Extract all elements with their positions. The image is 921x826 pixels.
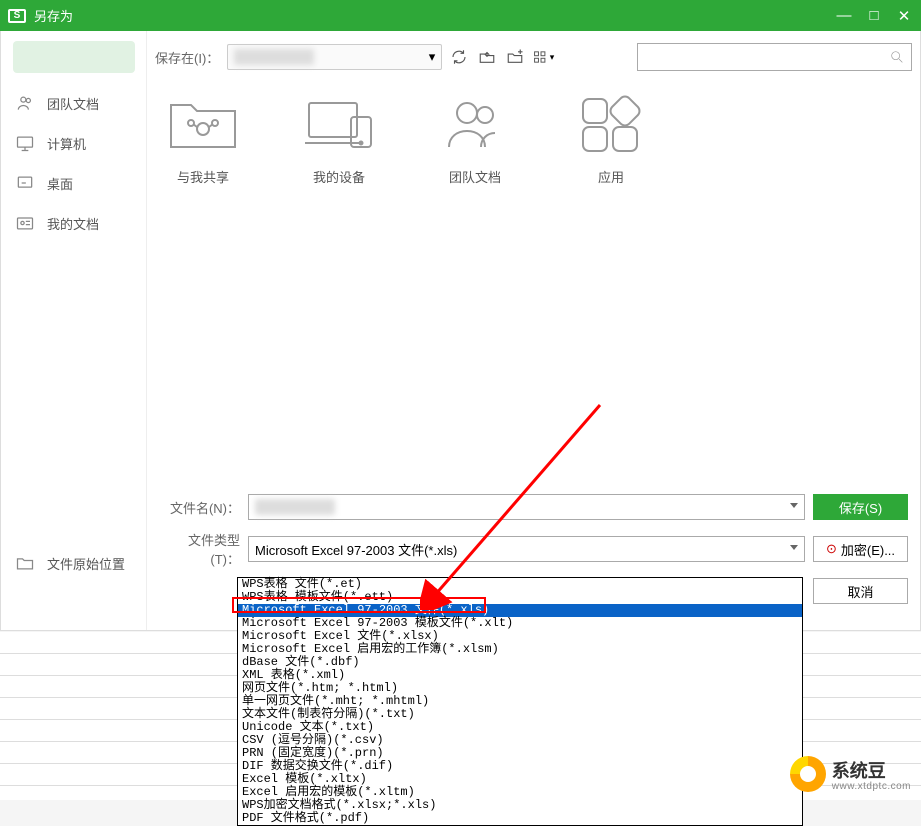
maximize-button[interactable]: □ xyxy=(865,7,883,25)
filename-label: 文件名(N)： xyxy=(165,498,240,517)
computer-icon xyxy=(15,133,35,153)
sidebar-item-label: 团队文档 xyxy=(47,94,99,113)
folder-label: 团队文档 xyxy=(449,167,501,186)
documents-icon xyxy=(15,213,35,233)
watermark: 系统豆 www.xtdptc.com xyxy=(790,756,911,792)
filetype-select[interactable]: Microsoft Excel 97-2003 文件(*.xls) xyxy=(248,536,805,562)
location-value-blurred xyxy=(234,49,314,65)
folder-grid: 与我共享 我的设备 团队文档 应用 xyxy=(147,83,920,194)
sidebar-item-documents[interactable]: 我的文档 xyxy=(1,203,146,243)
folder-apps[interactable]: 应用 xyxy=(573,91,649,186)
chevron-down-icon: ▾ xyxy=(429,49,436,65)
location-select[interactable]: ▾ xyxy=(227,44,442,70)
sidebar-item-label: 计算机 xyxy=(47,134,86,153)
view-options-button[interactable]: ▾ xyxy=(532,46,554,68)
sidebar-item-team[interactable]: 团队文档 xyxy=(1,83,146,123)
location-label: 保存在(I)： xyxy=(155,48,219,67)
search-icon xyxy=(889,49,905,65)
folder-my-devices[interactable]: 我的设备 xyxy=(301,91,377,186)
desktop-icon xyxy=(15,173,35,193)
sidebar-item-label: 文件原始位置 xyxy=(47,554,125,573)
app-icon: S xyxy=(8,9,26,23)
titlebar: S 另存为 — □ ✕ xyxy=(0,0,921,31)
toolbar: 保存在(I)： ▾ ▾ xyxy=(147,31,920,83)
folder-icon xyxy=(15,553,35,573)
folder-label: 应用 xyxy=(598,167,624,186)
filename-input[interactable] xyxy=(248,494,805,520)
watermark-name: 系统豆 xyxy=(832,757,911,783)
filetype-value: Microsoft Excel 97-2003 文件(*.xls) xyxy=(255,540,457,559)
filename-value-blurred xyxy=(255,499,335,515)
refresh-button[interactable] xyxy=(448,46,470,68)
apps-folder-icon xyxy=(573,91,649,153)
sidebar-item-computer[interactable]: 计算机 xyxy=(1,123,146,163)
close-button[interactable]: ✕ xyxy=(895,7,913,25)
window-controls: — □ ✕ xyxy=(835,7,913,25)
sidebar-item-label: 桌面 xyxy=(47,174,73,193)
save-button[interactable]: 保存(S) xyxy=(813,494,908,520)
share-folder-icon xyxy=(165,91,241,153)
folder-team-docs[interactable]: 团队文档 xyxy=(437,91,513,186)
encrypt-button[interactable]: ⊙加密(E)... xyxy=(813,536,908,562)
sidebar-item-desktop[interactable]: 桌面 xyxy=(1,163,146,203)
dialog-body: 团队文档 计算机 桌面 我的文档 文件原始位置 保存在(I)： ▾ xyxy=(0,31,921,631)
filetype-dropdown-list: WPS表格 文件(*.et)WPS表格 模板文件(*.ett)Microsoft… xyxy=(237,577,803,826)
devices-folder-icon xyxy=(301,91,377,153)
team-folder-icon xyxy=(437,91,513,153)
team-icon xyxy=(15,93,35,113)
new-folder-button[interactable] xyxy=(504,46,526,68)
search-input[interactable] xyxy=(637,43,912,71)
watermark-url: www.xtdptc.com xyxy=(832,781,911,792)
sidebar: 团队文档 计算机 桌面 我的文档 文件原始位置 xyxy=(1,31,147,630)
cancel-button[interactable]: 取消 xyxy=(813,578,908,604)
filetype-label: 文件类型(T)： xyxy=(165,530,240,568)
minimize-button[interactable]: — xyxy=(835,7,853,25)
sidebar-item-original-location[interactable]: 文件原始位置 xyxy=(1,543,146,583)
folder-label: 与我共享 xyxy=(177,167,229,186)
user-box[interactable] xyxy=(13,41,135,73)
sidebar-item-label: 我的文档 xyxy=(47,214,99,233)
filetype-option[interactable]: WPS加密文档格式(*.xlsx;*.xls) xyxy=(238,799,802,812)
folder-shared-with-me[interactable]: 与我共享 xyxy=(165,91,241,186)
content-area: 保存在(I)： ▾ ▾ 与我共享 我的设备 xyxy=(147,31,920,630)
folder-label: 我的设备 xyxy=(313,167,365,186)
up-folder-button[interactable] xyxy=(476,46,498,68)
filetype-option[interactable]: PDF 文件格式(*.pdf) xyxy=(238,812,802,825)
window-title: 另存为 xyxy=(34,6,835,25)
watermark-logo-icon xyxy=(790,756,826,792)
